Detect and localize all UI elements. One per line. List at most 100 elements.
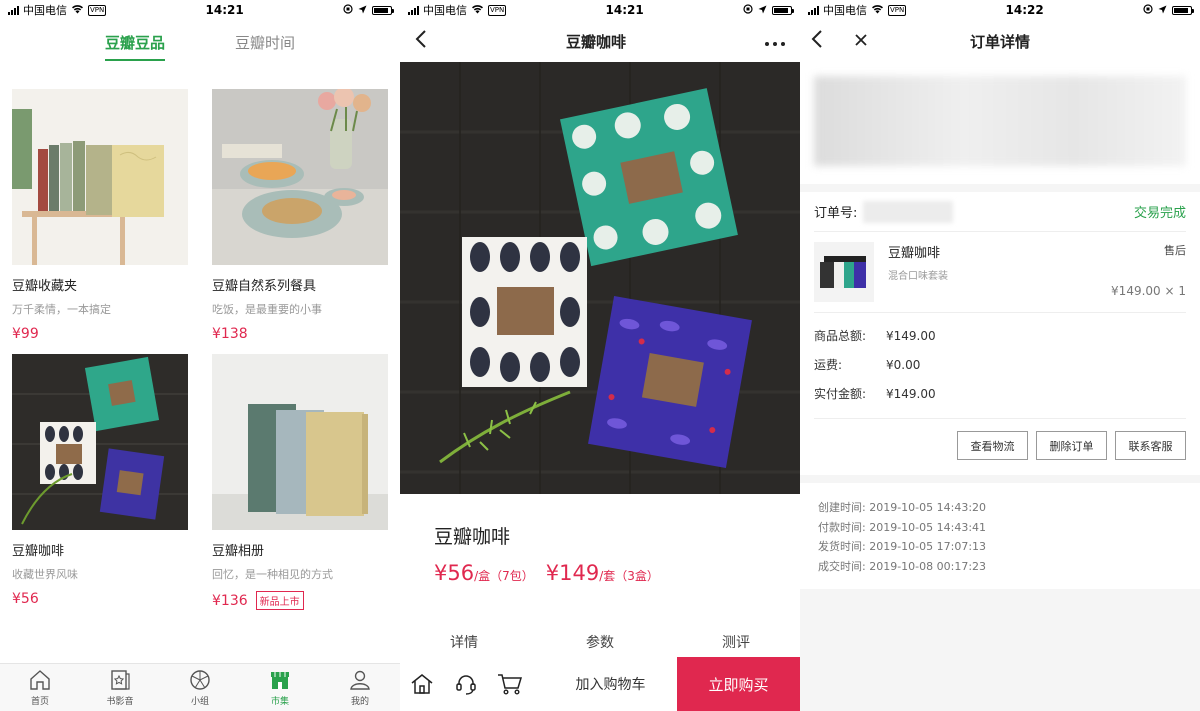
contact-service-button[interactable]: 联系客服 <box>1115 431 1186 460</box>
clock: 14:21 <box>205 3 244 17</box>
blurred-region <box>814 76 1186 166</box>
vpn-badge: VPN <box>88 4 107 16</box>
summary-row: 实付金额: ¥149.00 <box>814 379 1186 408</box>
tabbar-label: 我的 <box>350 697 369 707</box>
clock: 14:21 <box>605 3 644 17</box>
view-logistics-button[interactable]: 查看物流 <box>957 431 1028 460</box>
product-card[interactable]: 豆瓣相册 回忆，是一种相见的方式 ¥136 新品上市 <box>212 354 388 610</box>
orientation-lock-icon <box>743 3 753 17</box>
price-row: ¥56/盒（7包） ¥149/套（3盒） <box>434 561 800 585</box>
order-number-blurred <box>863 200 954 223</box>
order-actions: 查看物流 删除订单 联系客服 <box>814 419 1186 475</box>
item-price-qty: ¥149.00 × 1 <box>1111 284 1186 298</box>
product-price: ¥56 <box>12 591 39 607</box>
product-desc: 吃饭，是最重要的小事 <box>212 303 322 316</box>
location-icon <box>1158 4 1167 17</box>
product-price: ¥136 <box>212 592 248 609</box>
order-item[interactable]: 豆瓣咖啡 混合口味套装 售后 ¥149.00 × 1 <box>814 232 1186 313</box>
location-icon <box>358 4 367 17</box>
price-set: ¥149 <box>545 561 600 585</box>
wifi-icon <box>71 4 84 17</box>
order-card: 订单号: 交易完成 豆瓣咖啡 混合口味套装 售后 ¥149.00 × 1 商品总… <box>800 192 1200 475</box>
product-name: 豆瓣收藏夹 <box>12 279 78 294</box>
order-status: 交易完成 <box>1133 206 1186 221</box>
wifi-icon <box>871 4 884 17</box>
vpn-badge: VPN <box>488 4 507 16</box>
summary-key: 商品总额: <box>814 329 867 343</box>
battery-icon <box>771 5 794 15</box>
tabbar-item-group[interactable]: 小组 <box>160 664 240 711</box>
clock: 14:22 <box>1005 3 1044 17</box>
product-hero-image <box>400 62 800 494</box>
after-sale-link[interactable]: 售后 <box>1164 242 1186 258</box>
summary-value: ¥0.00 <box>886 357 921 372</box>
order-number-label: 订单号: <box>814 206 858 221</box>
home-icon[interactable] <box>400 672 444 696</box>
close-icon[interactable] <box>854 32 868 51</box>
signal-icon <box>8 5 19 15</box>
product-name: 豆瓣自然系列餐具 <box>212 279 317 294</box>
product-desc: 回忆，是一种相见的方式 <box>212 568 333 581</box>
tab-reviews[interactable]: 测评 <box>722 632 750 652</box>
home-icon <box>30 670 50 690</box>
battery-icon <box>1171 5 1194 15</box>
vpn-badge: VPN <box>888 4 907 16</box>
tabbar-label: 市集 <box>270 697 289 707</box>
wifi-icon <box>471 4 484 17</box>
tab-douban-goods[interactable]: 豆瓣豆品 <box>104 24 166 61</box>
more-icon[interactable] <box>764 32 786 51</box>
product-detail-screen: 中国电信 VPN 14:21 豆瓣咖啡 豆瓣咖啡 ¥56/盒（7包） ¥149/… <box>400 0 800 711</box>
product-card[interactable]: 豆瓣收藏夹 万千柔情，一本搞定 ¥99 <box>12 89 188 342</box>
product-grid: 豆瓣收藏夹 万千柔情，一本搞定 ¥99 豆瓣自然系列餐具 吃饭，是最重要的小事 … <box>0 64 400 610</box>
tabbar-item-books[interactable]: 书影音 <box>80 664 160 711</box>
tabbar-item-home[interactable]: 首页 <box>0 664 80 711</box>
summary-value: ¥149.00 <box>886 328 936 343</box>
timeline-row: 发货时间: 2019-10-05 17:07:13 <box>818 540 987 553</box>
buy-now-button[interactable]: 立即购买 <box>677 657 800 711</box>
profile-icon <box>350 670 370 690</box>
add-to-cart-button[interactable]: 加入购物车 <box>544 674 677 694</box>
signal-icon <box>808 5 819 15</box>
product-image <box>212 354 388 530</box>
status-bar: 中国电信 VPN 14:21 <box>0 0 400 20</box>
market-icon <box>271 672 289 689</box>
product-image <box>212 89 388 265</box>
battery-icon <box>371 5 394 15</box>
status-bar: 中国电信 VPN 14:22 <box>800 0 1200 20</box>
detail-navbar: 豆瓣咖啡 <box>400 20 800 62</box>
tab-params[interactable]: 参数 <box>586 632 614 652</box>
product-info: 豆瓣咖啡 ¥56/盒（7包） ¥149/套（3盒） <box>400 494 800 585</box>
back-icon[interactable] <box>810 29 824 53</box>
timeline-row: 成交时间: 2019-10-08 00:17:23 <box>818 559 987 573</box>
product-card[interactable]: 豆瓣咖啡 收藏世界风味 ¥56 <box>12 354 188 610</box>
status-bar: 中国电信 VPN 14:21 <box>400 0 800 20</box>
tabbar-label: 小组 <box>190 697 209 707</box>
delete-order-button[interactable]: 删除订单 <box>1036 431 1107 460</box>
tab-douban-time[interactable]: 豆瓣时间 <box>235 24 295 61</box>
detail-tabs: 详情 参数 测评 <box>400 632 800 652</box>
tabbar-label: 书影音 <box>106 697 134 707</box>
item-name: 豆瓣咖啡 <box>888 246 941 261</box>
cart-icon[interactable] <box>488 672 532 696</box>
price-box: ¥56 <box>434 561 475 585</box>
item-thumbnail <box>814 242 874 302</box>
timeline-row: 付款时间: 2019-10-05 14:43:41 <box>818 520 987 534</box>
signal-icon <box>408 5 419 15</box>
item-variant: 混合口味套装 <box>888 271 948 282</box>
star-book-icon <box>111 670 130 690</box>
tab-details[interactable]: 详情 <box>450 632 478 652</box>
customer-service-icon[interactable] <box>444 672 488 696</box>
tabbar-item-market[interactable]: 市集 <box>240 664 320 711</box>
tabbar-item-profile[interactable]: 我的 <box>320 664 400 711</box>
product-card[interactable]: 豆瓣自然系列餐具 吃饭，是最重要的小事 ¥138 <box>212 89 388 342</box>
summary-row: 运费: ¥0.00 <box>814 350 1186 379</box>
location-icon <box>758 4 767 17</box>
product-desc: 万千柔情，一本搞定 <box>12 303 111 316</box>
timeline-row: 创建时间: 2019-10-05 14:43:20 <box>818 501 987 514</box>
carrier-label: 中国电信 <box>823 4 867 17</box>
group-icon <box>190 670 210 690</box>
back-icon[interactable] <box>414 29 428 53</box>
bottom-tab-bar: 首页 书影音 小组 市集 我的 <box>0 663 400 711</box>
address-blurred <box>800 62 1200 184</box>
summary-key: 实付金额: <box>814 387 867 401</box>
